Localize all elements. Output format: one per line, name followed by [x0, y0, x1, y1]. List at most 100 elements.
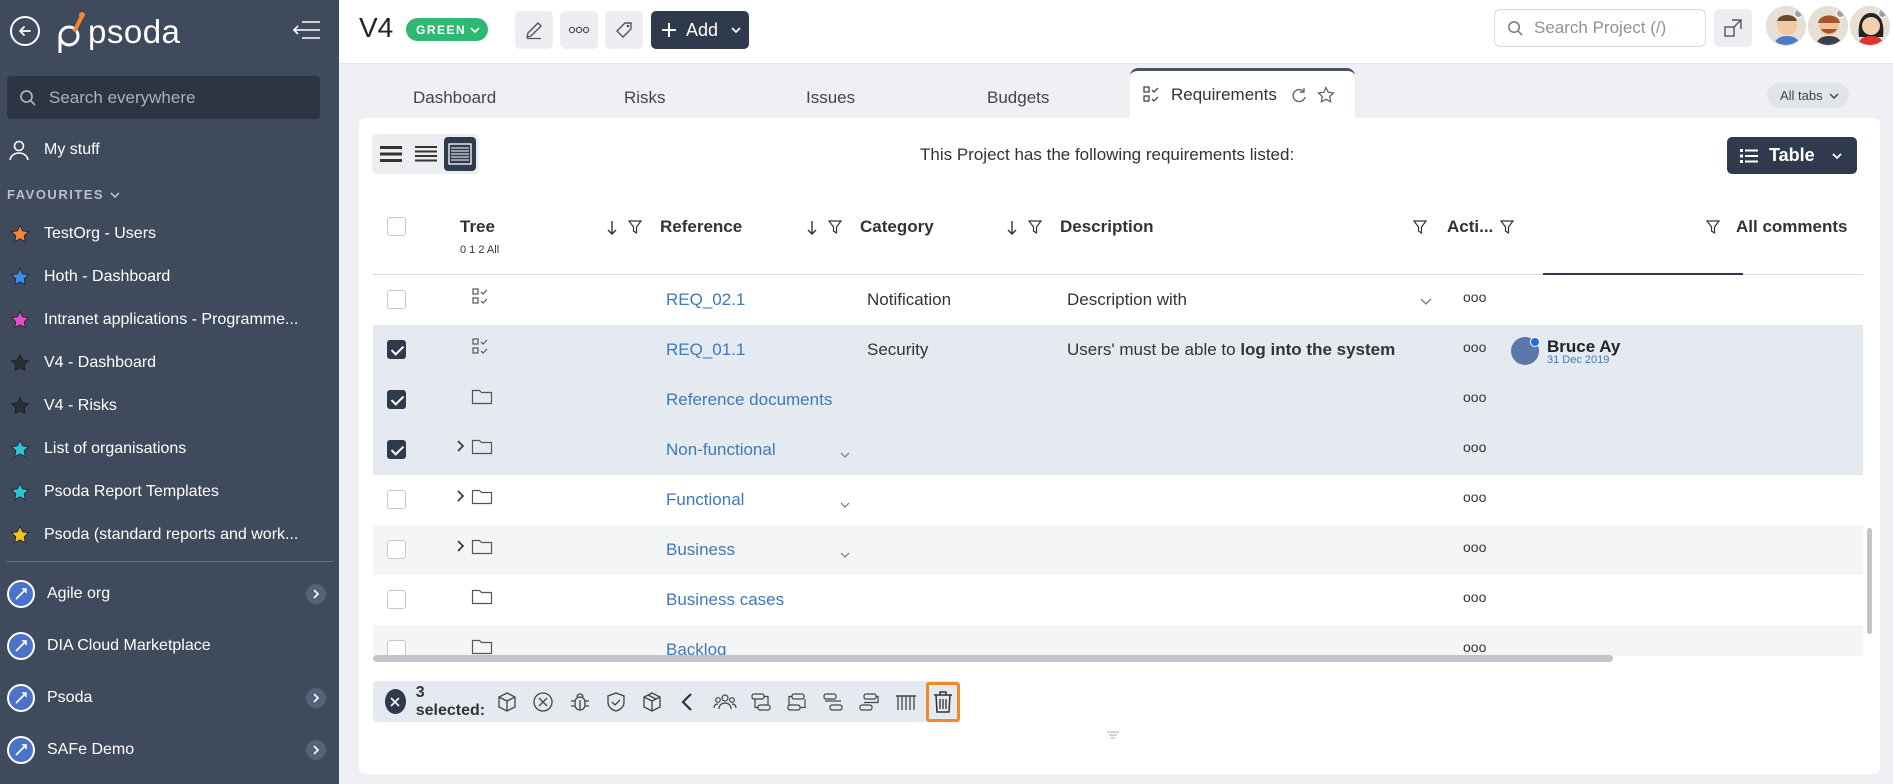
row-checkbox[interactable]: [387, 390, 406, 409]
switch-view-button[interactable]: [1714, 9, 1752, 47]
filter-icon[interactable]: [1500, 220, 1514, 235]
header-reference[interactable]: Reference: [660, 217, 742, 237]
reference-link[interactable]: Business: [666, 540, 735, 560]
status-badge[interactable]: GREEN: [406, 18, 489, 41]
chevron-right-icon[interactable]: [456, 539, 466, 553]
reference-link[interactable]: REQ_02.1: [666, 290, 745, 310]
bulk-cancel-button[interactable]: [529, 685, 557, 719]
view-table-button[interactable]: Table: [1727, 137, 1857, 174]
org-item[interactable]: Agile org: [0, 568, 339, 620]
reference-link[interactable]: Backlog: [666, 640, 726, 656]
row-actions-button[interactable]: ooo: [1463, 439, 1486, 455]
edit-button[interactable]: [515, 11, 553, 49]
favourite-item[interactable]: TestOrg - Users: [0, 212, 339, 255]
header-description[interactable]: Description: [1060, 217, 1154, 237]
resize-handle-icon[interactable]: [1105, 730, 1121, 740]
table-row[interactable]: Non-functional ooo: [373, 425, 1863, 475]
reference-link[interactable]: Business cases: [666, 590, 784, 610]
table-row[interactable]: Functional ooo: [373, 475, 1863, 525]
project-search[interactable]: [1494, 9, 1706, 47]
bulk-delete-button[interactable]: [925, 681, 960, 722]
filter-icon[interactable]: [1028, 220, 1042, 235]
bulk-deliverable-button[interactable]: [638, 685, 666, 719]
table-row[interactable]: REQ_02.1 Notification Description with ooo: [373, 275, 1863, 325]
filter-icon[interactable]: [1413, 220, 1427, 235]
add-button[interactable]: Add: [651, 11, 749, 49]
bulk-link-button-1[interactable]: [747, 685, 775, 719]
tag-button[interactable]: [605, 11, 643, 49]
header-category[interactable]: Category: [860, 217, 934, 237]
org-expand-button[interactable]: [306, 584, 326, 604]
bulk-link-button-3[interactable]: [819, 685, 847, 719]
org-item[interactable]: DIA Cloud Marketplace: [0, 620, 339, 672]
all-tabs-button[interactable]: All tabs: [1767, 83, 1849, 108]
bulk-issue-button[interactable]: [566, 685, 594, 719]
density-compact-button[interactable]: [375, 137, 407, 171]
bulk-risk-button[interactable]: [602, 685, 630, 719]
bulk-link-button-2[interactable]: [783, 685, 811, 719]
row-actions-button[interactable]: ooo: [1463, 639, 1486, 655]
row-checkbox[interactable]: [387, 290, 406, 309]
org-expand-button[interactable]: [306, 688, 326, 708]
header-actions[interactable]: Acti...: [1447, 217, 1493, 237]
row-checkbox[interactable]: [387, 440, 406, 459]
table-row[interactable]: Backlog ooo: [373, 625, 1863, 656]
tab-risks[interactable]: Risks: [624, 88, 666, 108]
favourite-item[interactable]: Hoth - Dashboard: [0, 255, 339, 298]
refresh-icon[interactable]: [1290, 86, 1308, 104]
table-row[interactable]: REQ_01.1 Security Users' must be able to l…: [373, 325, 1863, 375]
star-icon[interactable]: [1316, 85, 1335, 104]
filter-icon[interactable]: [828, 220, 842, 235]
row-checkbox[interactable]: [387, 640, 406, 656]
horizontal-scrollbar[interactable]: [373, 655, 1613, 662]
chevron-right-icon[interactable]: [456, 439, 466, 453]
bulk-link-button-4[interactable]: [855, 685, 883, 719]
favourite-item[interactable]: V4 - Dashboard: [0, 341, 339, 384]
collapse-sidebar-button[interactable]: [292, 18, 322, 42]
row-actions-button[interactable]: ooo: [1463, 589, 1486, 605]
row-actions-button[interactable]: ooo: [1463, 339, 1486, 355]
bulk-assign-button[interactable]: [710, 685, 738, 719]
row-checkbox[interactable]: [387, 340, 406, 359]
row-checkbox[interactable]: [387, 490, 406, 509]
filter-icon[interactable]: [1706, 220, 1720, 235]
clear-selection-button[interactable]: [385, 689, 406, 714]
my-stuff-link[interactable]: My stuff: [8, 139, 100, 161]
sort-down-icon[interactable]: [1006, 220, 1018, 236]
table-row[interactable]: Business ooo: [373, 525, 1863, 575]
favourite-item[interactable]: V4 - Risks: [0, 384, 339, 427]
table-row[interactable]: Reference documents ooo: [373, 375, 1863, 425]
sort-down-icon[interactable]: [606, 220, 618, 236]
header-all-comments[interactable]: All comments: [1736, 217, 1847, 237]
row-actions-button[interactable]: ooo: [1463, 289, 1486, 305]
global-search-input[interactable]: [49, 87, 289, 108]
org-item[interactable]: SAFe Demo: [0, 724, 339, 776]
row-actions-button[interactable]: ooo: [1463, 489, 1486, 505]
tab-issues[interactable]: Issues: [806, 88, 855, 108]
chevron-down-icon[interactable]: [840, 551, 850, 559]
comment-preview[interactable]: Bruce Ay 31 Dec 2019: [1511, 337, 1620, 366]
avatar[interactable]: [1766, 6, 1806, 46]
psoda-logo[interactable]: psoda: [56, 10, 180, 54]
avatar[interactable]: [1808, 6, 1848, 46]
tab-requirements[interactable]: Requirements: [1130, 68, 1355, 118]
favourite-item[interactable]: Psoda (standard reports and work...: [0, 513, 339, 556]
reference-link[interactable]: REQ_01.1: [666, 340, 745, 360]
header-tree[interactable]: Tree: [460, 217, 495, 237]
row-checkbox[interactable]: [387, 590, 406, 609]
reference-link[interactable]: Non-functional: [666, 440, 776, 460]
row-checkbox[interactable]: [387, 540, 406, 559]
chevron-down-icon[interactable]: [840, 451, 850, 459]
favourite-item[interactable]: List of organisations: [0, 427, 339, 470]
favourite-item[interactable]: Intranet applications - Programme...: [0, 298, 339, 341]
bulk-package-button[interactable]: [493, 685, 521, 719]
density-medium-button[interactable]: [410, 137, 442, 171]
sort-down-icon[interactable]: [806, 220, 818, 236]
vertical-scrollbar[interactable]: [1867, 528, 1872, 634]
bulk-outdent-button[interactable]: [674, 685, 702, 719]
row-actions-button[interactable]: ooo: [1463, 389, 1486, 405]
bulk-columns-button[interactable]: [892, 685, 920, 719]
more-options-button[interactable]: [560, 11, 598, 49]
tab-budgets[interactable]: Budgets: [987, 88, 1049, 108]
reference-link[interactable]: Functional: [666, 490, 744, 510]
